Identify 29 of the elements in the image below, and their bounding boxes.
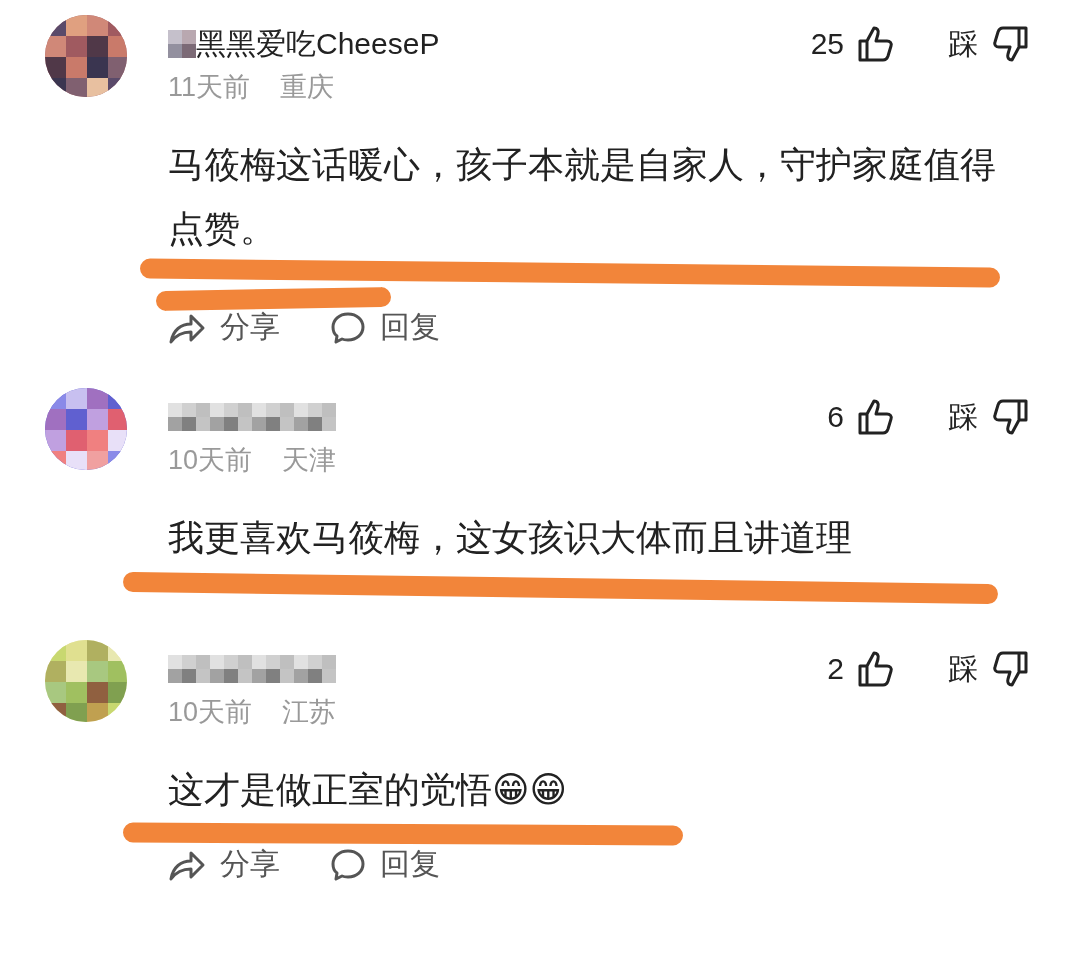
dislike-label[interactable]: 踩 <box>948 648 978 690</box>
comment-icon <box>330 310 366 345</box>
reply-button[interactable]: 回复 <box>330 307 440 348</box>
comment-text: 马筱梅这话暖心，孩子本就是自家人，守护家庭值得点赞。 <box>168 143 997 251</box>
dislike-label[interactable]: 踩 <box>948 396 978 438</box>
like-count: 2 <box>827 652 844 686</box>
comment-location: 江苏 <box>282 696 337 729</box>
comment-time: 11天前 <box>168 71 251 104</box>
comment-time: 10天前 <box>168 696 253 729</box>
blurred-name <box>168 30 196 58</box>
thumbs-up-icon[interactable] <box>856 397 896 437</box>
thumbs-up-icon[interactable] <box>856 649 896 689</box>
thumbs-down-icon[interactable] <box>990 24 1030 64</box>
comment-text: 这才是做正室的觉悟😁😁 <box>168 768 569 812</box>
comment-icon <box>330 847 366 882</box>
dislike-label[interactable]: 踩 <box>948 23 978 65</box>
user-name[interactable]: 黑黑爱吃CheeseP <box>196 23 440 65</box>
thumbs-down-icon[interactable] <box>990 397 1030 437</box>
thumbs-up-icon[interactable] <box>856 24 896 64</box>
like-count: 25 <box>810 27 844 61</box>
like-count: 6 <box>827 400 844 434</box>
thumbs-down-icon[interactable] <box>990 649 1030 689</box>
comment-text: 我更喜欢马筱梅，这女孩识大体而且讲道理 <box>168 516 853 560</box>
comment-location: 天津 <box>282 444 337 477</box>
share-button[interactable]: 分享 <box>168 307 280 348</box>
share-button[interactable]: 分享 <box>168 844 280 885</box>
comment-location: 重庆 <box>280 71 335 104</box>
comment-time: 10天前 <box>168 444 253 477</box>
reply-button[interactable]: 回复 <box>330 844 440 885</box>
